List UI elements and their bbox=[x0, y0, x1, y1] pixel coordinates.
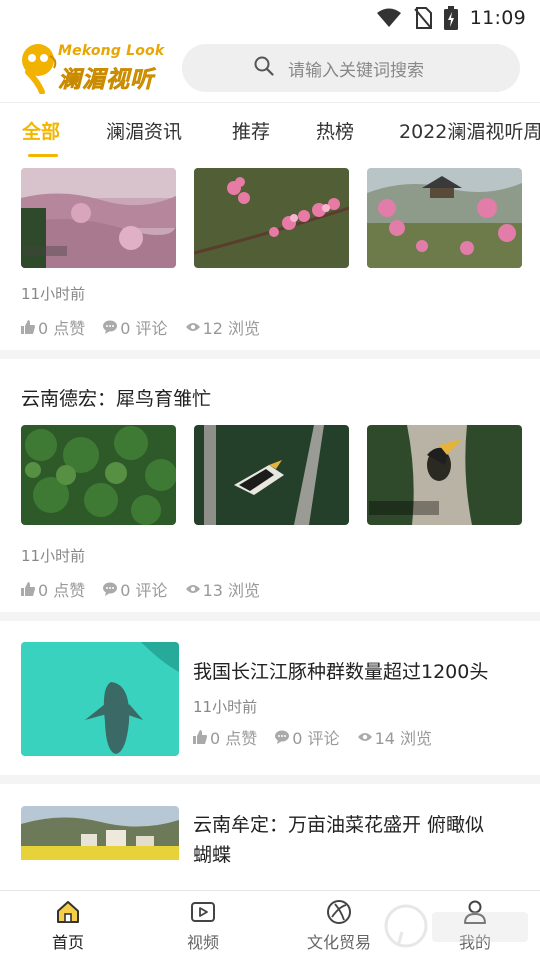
video-icon bbox=[191, 902, 215, 922]
tab-av-week-2022[interactable]: 2022澜湄视听周 bbox=[399, 117, 540, 144]
news-card[interactable]: 我国长江江豚种群数量超过1200头 11小时前 0 点赞 0 评论 14 浏览 bbox=[0, 621, 540, 784]
battery-charging-icon bbox=[443, 6, 458, 30]
nav-video[interactable]: 视频 bbox=[148, 899, 258, 953]
view-stat: 13 浏览 bbox=[185, 577, 261, 601]
tab-mekong-news[interactable]: 澜湄资讯 bbox=[106, 117, 182, 144]
thumbnail-peach-terraces[interactable] bbox=[21, 168, 176, 268]
comment-stat[interactable]: 0 评论 bbox=[103, 577, 168, 601]
app-header: Mekong Look 澜湄视听 请输入关键词搜索 bbox=[0, 36, 540, 100]
view-count: 14 浏览 bbox=[374, 729, 433, 748]
news-title[interactable]: 我国长江江豚种群数量超过1200头 bbox=[193, 657, 488, 684]
news-title-line-2[interactable]: 蝴蝶 bbox=[193, 840, 231, 867]
comment-count: 0 评论 bbox=[292, 729, 340, 748]
wifi-icon bbox=[376, 8, 402, 28]
view-count: 12 浏览 bbox=[202, 319, 261, 338]
search-icon bbox=[254, 56, 274, 80]
view-count: 13 浏览 bbox=[202, 581, 261, 600]
thumbnail-hornbill-nest[interactable] bbox=[367, 425, 522, 525]
thumbnail-row bbox=[21, 425, 522, 525]
nav-video-label: 视频 bbox=[186, 933, 219, 952]
comment-icon bbox=[103, 582, 118, 596]
nav-culture-trade-label: 文化贸易 bbox=[306, 933, 371, 952]
card-stats: 0 点赞 0 评论 14 浏览 bbox=[193, 725, 450, 749]
app-logo[interactable]: Mekong Look 澜湄视听 bbox=[20, 40, 170, 96]
search-placeholder: 请输入关键词搜索 bbox=[288, 60, 424, 81]
like-stat[interactable]: 0 点赞 bbox=[21, 315, 85, 339]
thumbnail-peach-branch[interactable] bbox=[194, 168, 349, 268]
watermark-logo bbox=[384, 896, 534, 960]
like-stat[interactable]: 0 点赞 bbox=[193, 725, 257, 749]
thumbnail-row bbox=[21, 168, 522, 268]
publish-time: 11小时前 bbox=[193, 698, 258, 716]
publish-time: 11小时前 bbox=[21, 547, 86, 565]
news-card[interactable]: 云南牟定：万亩油菜花盛开 俯瞰似 蝴蝶 bbox=[0, 784, 540, 890]
publish-time: 11小时前 bbox=[21, 285, 86, 303]
eye-icon bbox=[185, 585, 200, 593]
logo-mark-icon bbox=[22, 44, 57, 94]
card-stats: 0 点赞 0 评论 12 浏览 bbox=[21, 315, 278, 339]
news-feed[interactable]: 11小时前 0 点赞 0 评论 12 浏览 云南德宏：犀鸟育雏忙 11小时前 0… bbox=[0, 160, 540, 890]
like-stat[interactable]: 0 点赞 bbox=[21, 577, 85, 601]
home-icon bbox=[57, 901, 79, 923]
news-card[interactable]: 11小时前 0 点赞 0 评论 12 浏览 bbox=[0, 160, 540, 359]
news-card[interactable]: 云南德宏：犀鸟育雏忙 11小时前 0 点赞 0 评论 13 浏览 bbox=[0, 359, 540, 621]
comment-count: 0 评论 bbox=[120, 319, 168, 338]
thumbs-up-icon bbox=[21, 320, 35, 334]
category-tabs: 全部 澜湄资讯 推荐 热榜 2022澜湄视听周 bbox=[0, 102, 540, 160]
thumbnail-rapeseed-village[interactable] bbox=[21, 806, 179, 860]
status-bar: 11:09 bbox=[0, 0, 540, 36]
thumbnail-peach-pavilion[interactable] bbox=[367, 168, 522, 268]
nav-home[interactable]: 首页 bbox=[13, 899, 123, 953]
logo-text-cn: 澜湄视听 bbox=[58, 67, 154, 94]
comment-count: 0 评论 bbox=[120, 581, 168, 600]
active-tab-indicator bbox=[28, 154, 58, 157]
view-stat: 12 浏览 bbox=[185, 315, 261, 339]
nav-home-label: 首页 bbox=[51, 933, 84, 952]
globe-icon bbox=[327, 900, 351, 924]
tab-hot-list[interactable]: 热榜 bbox=[316, 117, 354, 144]
no-sim-icon bbox=[413, 7, 432, 29]
logo-text-en: Mekong Look bbox=[58, 43, 165, 59]
eye-icon bbox=[357, 733, 372, 741]
like-count: 0 点赞 bbox=[210, 729, 258, 748]
comment-stat[interactable]: 0 评论 bbox=[103, 315, 168, 339]
comment-stat[interactable]: 0 评论 bbox=[275, 725, 340, 749]
tab-recommended[interactable]: 推荐 bbox=[232, 117, 270, 144]
card-stats: 0 点赞 0 评论 13 浏览 bbox=[21, 577, 278, 601]
thumbnail-hornbill-flying[interactable] bbox=[194, 425, 349, 525]
eye-icon bbox=[185, 323, 200, 331]
nav-culture-trade[interactable]: 文化贸易 bbox=[284, 899, 394, 953]
like-count: 0 点赞 bbox=[38, 581, 86, 600]
status-time: 11:09 bbox=[469, 7, 526, 29]
tab-all[interactable]: 全部 bbox=[22, 117, 60, 144]
news-title-line-1[interactable]: 云南牟定：万亩油菜花盛开 俯瞰似 bbox=[193, 810, 484, 837]
news-title[interactable]: 云南德宏：犀鸟育雏忙 bbox=[21, 384, 211, 411]
search-input[interactable]: 请输入关键词搜索 bbox=[182, 44, 520, 92]
comment-icon bbox=[275, 730, 290, 744]
thumbnail-finless-porpoise[interactable] bbox=[21, 642, 179, 756]
view-stat: 14 浏览 bbox=[357, 725, 433, 749]
thumbs-up-icon bbox=[21, 582, 35, 596]
like-count: 0 点赞 bbox=[38, 319, 86, 338]
status-icons: 11:09 bbox=[376, 6, 526, 30]
comment-icon bbox=[103, 320, 118, 334]
thumbs-up-icon bbox=[193, 730, 207, 744]
thumbnail-forest-aerial[interactable] bbox=[21, 425, 176, 525]
